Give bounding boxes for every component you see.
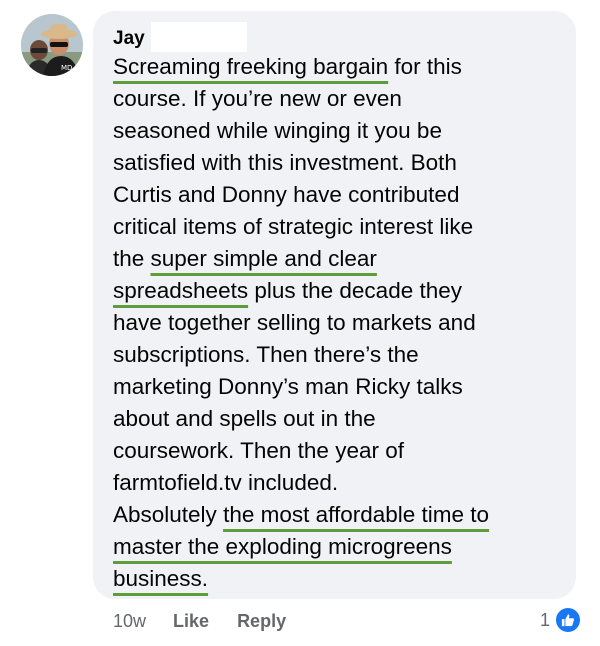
comment-line: about and spells out in the — [113, 403, 568, 435]
comment-line: Curtis and Donny have contributed — [113, 179, 568, 211]
comment-line: business. — [113, 563, 568, 595]
comment-text-segment: seasoned while winging it you be — [113, 118, 442, 143]
comment-text-segment: satisfied with this investment. Both — [113, 150, 457, 175]
comment-line: seasoned while winging it you be — [113, 115, 568, 147]
author-name[interactable]: Jay — [113, 28, 145, 50]
underlined-text: the most affordable time to — [223, 502, 490, 527]
reply-button[interactable]: Reply — [237, 611, 286, 632]
reaction-count: 1 — [539, 609, 550, 630]
comment-line: have together selling to markets and — [113, 307, 568, 339]
underlined-text: Screaming freeking bargain — [113, 54, 389, 79]
reaction-summary[interactable]: 1 — [540, 606, 582, 634]
comment-line: satisfied with this investment. Both — [113, 147, 568, 179]
comment-text-segment: plus the decade they — [248, 278, 462, 303]
underlined-text: spreadsheets — [113, 278, 249, 303]
comment-text-segment: critical items of strategic interest lik… — [113, 214, 474, 239]
avatar[interactable]: MD — [21, 14, 83, 76]
comment-line: critical items of strategic interest lik… — [113, 211, 568, 243]
underlined-text: business. — [113, 566, 209, 591]
comment-text-segment: Absolutely — [113, 502, 224, 527]
comment-line: coursework. Then the year of — [113, 435, 568, 467]
comment-line: Screaming freeking bargain for this — [113, 51, 568, 83]
svg-text:MD: MD — [61, 64, 72, 72]
comment-line: master the exploding microgreens — [113, 531, 568, 563]
like-button[interactable]: Like — [173, 611, 209, 632]
comment-text-segment: marketing Donny’s man Ricky talks — [113, 374, 463, 399]
comment-actions: 10w Like Reply — [113, 608, 286, 634]
comment-text-segment: the — [113, 246, 151, 271]
thumbs-up-icon — [554, 606, 582, 634]
underlined-text: super simple and clear — [150, 246, 377, 271]
comment-line: subscriptions. Then there’s the — [113, 339, 568, 371]
profile-photo-icon: MD — [21, 14, 83, 76]
comment-text-segment: Curtis and Donny have contributed — [113, 182, 460, 207]
comment-text-segment: farmtofield.tv included. — [113, 470, 339, 495]
comment-line: marketing Donny’s man Ricky talks — [113, 371, 568, 403]
comment-text-segment: coursework. Then the year of — [113, 438, 404, 463]
comment-text-segment: have together selling to markets and — [113, 310, 476, 335]
comment-text-segment: for this — [388, 54, 462, 79]
comment-header: Jay — [113, 22, 247, 52]
comment-line: course. If you’re new or even — [113, 83, 568, 115]
comment-line: Absolutely the most affordable time to — [113, 499, 568, 531]
comment-line: the super simple and clear — [113, 243, 568, 275]
comment-bubble: Jay Screaming freeking bargain for this c… — [93, 11, 576, 599]
comment-text-segment: subscriptions. Then there’s the — [113, 342, 419, 367]
comment-body: Screaming freeking bargain for this cours… — [113, 51, 568, 595]
comment-text-segment: course. If you’re new or even — [113, 86, 402, 111]
redaction-box — [150, 22, 247, 52]
comment-line: spreadsheets plus the decade they — [113, 275, 568, 307]
underlined-text: master the exploding microgreens — [113, 534, 452, 559]
timestamp[interactable]: 10w — [113, 611, 146, 632]
comment-text-segment: about and spells out in the — [113, 406, 376, 431]
comment-line: farmtofield.tv included. — [113, 467, 568, 499]
